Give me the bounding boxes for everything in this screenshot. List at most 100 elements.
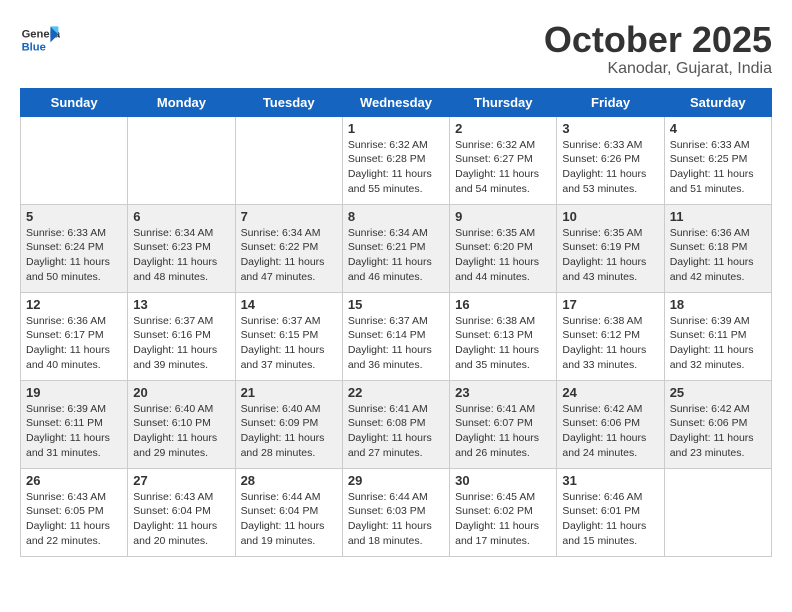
calendar-cell: 14Sunrise: 6:37 AM Sunset: 6:15 PM Dayli…: [235, 292, 342, 380]
location: Kanodar, Gujarat, India: [544, 60, 772, 78]
day-number: 11: [670, 209, 766, 224]
day-info: Sunrise: 6:44 AM Sunset: 6:03 PM Dayligh…: [348, 490, 444, 549]
day-info: Sunrise: 6:35 AM Sunset: 6:20 PM Dayligh…: [455, 226, 551, 285]
calendar-cell: 2Sunrise: 6:32 AM Sunset: 6:27 PM Daylig…: [450, 116, 557, 204]
day-info: Sunrise: 6:39 AM Sunset: 6:11 PM Dayligh…: [26, 402, 122, 461]
day-number: 13: [133, 297, 229, 312]
calendar-cell: [21, 116, 128, 204]
day-info: Sunrise: 6:37 AM Sunset: 6:14 PM Dayligh…: [348, 314, 444, 373]
calendar-cell: 4 Sunrise: 6:33 AM Sunset: 6:25 PM Daylig…: [664, 116, 771, 204]
calendar-cell: [235, 116, 342, 204]
day-info: Sunrise: 6:32 AM Sunset: 6:28 PM Dayligh…: [348, 138, 444, 197]
day-info: Sunrise: 6:33 AM Sunset: 6:24 PM Dayligh…: [26, 226, 122, 285]
day-number: 15: [348, 297, 444, 312]
day-number: 12: [26, 297, 122, 312]
calendar-week-row: 12 Sunrise: 6:36 AM Sunset: 6:17 PM Dayli…: [21, 292, 772, 380]
weekday-header-row: SundayMondayTuesdayWednesdayThursdayFrid…: [21, 88, 772, 116]
calendar-week-row: 26 Sunrise: 6:43 AM Sunset: 6:05 PM Dayli…: [21, 468, 772, 556]
calendar-cell: 28 Sunrise: 6:44 AM Sunset: 6:04 PM Dayli…: [235, 468, 342, 556]
day-number: 30: [455, 473, 551, 488]
calendar-cell: 19 Sunrise: 6:39 AM Sunset: 6:11 PM Dayli…: [21, 380, 128, 468]
day-number: 9: [455, 209, 551, 224]
calendar-cell: [128, 116, 235, 204]
day-number: 23: [455, 385, 551, 400]
day-info: Sunrise: 6:43 AM Sunset: 6:05 PM Dayligh…: [26, 490, 122, 549]
calendar-cell: 15 Sunrise: 6:37 AM Sunset: 6:14 PM Dayli…: [342, 292, 449, 380]
calendar-cell: 11 Sunrise: 6:36 AM Sunset: 6:18 PM Dayli…: [664, 204, 771, 292]
day-info: Sunrise: 6:42 AM Sunset: 6:06 PM Dayligh…: [670, 402, 766, 461]
day-info: Sunrise: 6:38 AM Sunset: 6:12 PM Dayligh…: [562, 314, 658, 373]
weekday-header-thursday: Thursday: [450, 88, 557, 116]
calendar-cell: 12 Sunrise: 6:36 AM Sunset: 6:17 PM Dayli…: [21, 292, 128, 380]
calendar-cell: 8 Sunrise: 6:34 AM Sunset: 6:21 PM Daylig…: [342, 204, 449, 292]
calendar-cell: 29 Sunrise: 6:44 AM Sunset: 6:03 PM Dayli…: [342, 468, 449, 556]
calendar-cell: 17 Sunrise: 6:38 AM Sunset: 6:12 PM Dayli…: [557, 292, 664, 380]
weekday-header-wednesday: Wednesday: [342, 88, 449, 116]
day-info: Sunrise: 6:44 AM Sunset: 6:04 PM Dayligh…: [241, 490, 337, 549]
day-info: Sunrise: 6:41 AM Sunset: 6:08 PM Dayligh…: [348, 402, 444, 461]
day-info: Sunrise: 6:34 AM Sunset: 6:21 PM Dayligh…: [348, 226, 444, 285]
weekday-header-saturday: Saturday: [664, 88, 771, 116]
day-number: 28: [241, 473, 337, 488]
day-number: 22: [348, 385, 444, 400]
calendar-cell: 6 Sunrise: 6:34 AM Sunset: 6:23 PM Daylig…: [128, 204, 235, 292]
calendar-cell: 23Sunrise: 6:41 AM Sunset: 6:07 PM Dayli…: [450, 380, 557, 468]
calendar-cell: 22 Sunrise: 6:41 AM Sunset: 6:08 PM Dayli…: [342, 380, 449, 468]
calendar-week-row: 19 Sunrise: 6:39 AM Sunset: 6:11 PM Dayli…: [21, 380, 772, 468]
day-info: Sunrise: 6:36 AM Sunset: 6:17 PM Dayligh…: [26, 314, 122, 373]
day-info: Sunrise: 6:34 AM Sunset: 6:22 PM Dayligh…: [241, 226, 337, 285]
day-number: 24: [562, 385, 658, 400]
calendar-cell: 7 Sunrise: 6:34 AM Sunset: 6:22 PM Daylig…: [235, 204, 342, 292]
calendar-cell: 16 Sunrise: 6:38 AM Sunset: 6:13 PM Dayli…: [450, 292, 557, 380]
weekday-header-tuesday: Tuesday: [235, 88, 342, 116]
day-info: Sunrise: 6:33 AM Sunset: 6:26 PM Dayligh…: [562, 138, 658, 197]
calendar-cell: [664, 468, 771, 556]
day-info: Sunrise: 6:46 AM Sunset: 6:01 PM Dayligh…: [562, 490, 658, 549]
calendar-cell: 26 Sunrise: 6:43 AM Sunset: 6:05 PM Dayli…: [21, 468, 128, 556]
day-number: 8: [348, 209, 444, 224]
calendar-cell: 5 Sunrise: 6:33 AM Sunset: 6:24 PM Daylig…: [21, 204, 128, 292]
day-info: Sunrise: 6:40 AM Sunset: 6:09 PM Dayligh…: [241, 402, 337, 461]
svg-text:Blue: Blue: [22, 41, 46, 53]
day-number: 6: [133, 209, 229, 224]
day-number: 2: [455, 121, 551, 136]
day-info: Sunrise: 6:37 AM Sunset: 6:16 PM Dayligh…: [133, 314, 229, 373]
month-title: October 2025: [544, 20, 772, 60]
day-info: Sunrise: 6:37 AM Sunset: 6:15 PM Dayligh…: [241, 314, 337, 373]
day-number: 17: [562, 297, 658, 312]
calendar-cell: 25 Sunrise: 6:42 AM Sunset: 6:06 PM Dayli…: [664, 380, 771, 468]
calendar-cell: 31 Sunrise: 6:46 AM Sunset: 6:01 PM Dayli…: [557, 468, 664, 556]
day-number: 4: [670, 121, 766, 136]
weekday-header-friday: Friday: [557, 88, 664, 116]
day-info: Sunrise: 6:42 AM Sunset: 6:06 PM Dayligh…: [562, 402, 658, 461]
calendar-cell: 13 Sunrise: 6:37 AM Sunset: 6:16 PM Dayli…: [128, 292, 235, 380]
calendar-cell: 21 Sunrise: 6:40 AM Sunset: 6:09 PM Dayli…: [235, 380, 342, 468]
day-info: Sunrise: 6:43 AM Sunset: 6:04 PM Dayligh…: [133, 490, 229, 549]
calendar-week-row: 1 Sunrise: 6:32 AM Sunset: 6:28 PM Daylig…: [21, 116, 772, 204]
day-number: 25: [670, 385, 766, 400]
day-number: 3: [562, 121, 658, 136]
day-info: Sunrise: 6:33 AM Sunset: 6:25 PM Dayligh…: [670, 138, 766, 197]
day-number: 16: [455, 297, 551, 312]
day-number: 19: [26, 385, 122, 400]
day-info: Sunrise: 6:34 AM Sunset: 6:23 PM Dayligh…: [133, 226, 229, 285]
day-number: 20: [133, 385, 229, 400]
day-number: 21: [241, 385, 337, 400]
day-number: 1: [348, 121, 444, 136]
day-number: 29: [348, 473, 444, 488]
day-number: 18: [670, 297, 766, 312]
calendar-week-row: 5 Sunrise: 6:33 AM Sunset: 6:24 PM Daylig…: [21, 204, 772, 292]
calendar-cell: 3 Sunrise: 6:33 AM Sunset: 6:26 PM Daylig…: [557, 116, 664, 204]
title-block: October 2025 Kanodar, Gujarat, India: [544, 20, 772, 78]
day-number: 7: [241, 209, 337, 224]
day-number: 27: [133, 473, 229, 488]
day-number: 5: [26, 209, 122, 224]
day-number: 26: [26, 473, 122, 488]
logo-icon: General Blue: [20, 20, 60, 60]
day-info: Sunrise: 6:45 AM Sunset: 6:02 PM Dayligh…: [455, 490, 551, 549]
logo: General Blue: [20, 20, 64, 60]
day-number: 31: [562, 473, 658, 488]
calendar-cell: 27 Sunrise: 6:43 AM Sunset: 6:04 PM Dayli…: [128, 468, 235, 556]
day-info: Sunrise: 6:36 AM Sunset: 6:18 PM Dayligh…: [670, 226, 766, 285]
day-info: Sunrise: 6:38 AM Sunset: 6:13 PM Dayligh…: [455, 314, 551, 373]
